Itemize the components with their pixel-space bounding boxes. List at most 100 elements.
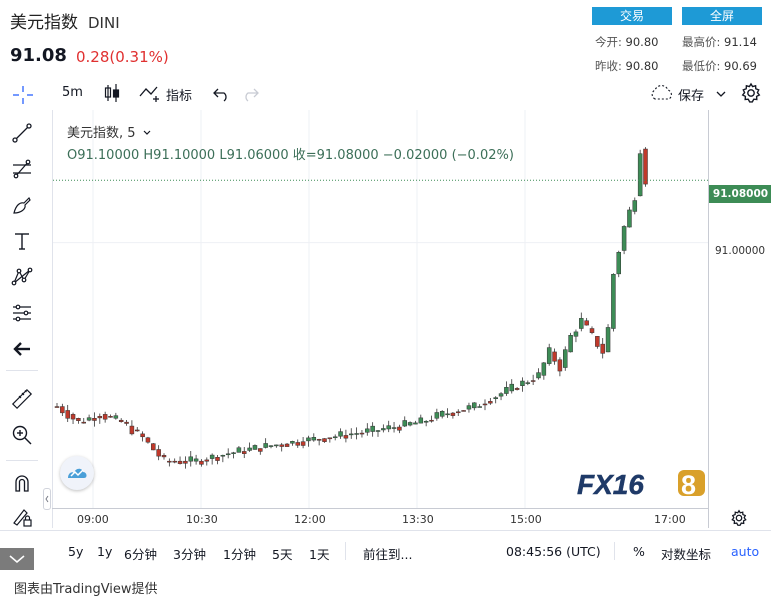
range-5y[interactable]: 5y [68,544,83,559]
arrow-left-icon[interactable] [6,334,38,364]
toolbar-collapse-handle[interactable] [43,488,51,510]
candle [65,410,70,419]
candle [595,336,600,347]
cloud-icon[interactable] [648,84,676,102]
candle [295,442,300,446]
candle [375,430,381,432]
auto-scale-toggle[interactable]: auto [731,544,759,559]
candle [322,438,327,442]
range-6min[interactable]: 6分钟 [124,544,157,563]
trade-button[interactable]: 交易 [592,7,672,25]
scroll-down-badge[interactable] [0,548,34,570]
candlestick-chart[interactable] [53,110,709,508]
candle [525,382,531,384]
save-button[interactable]: 保存 [678,85,704,104]
candle [488,401,493,404]
candle [129,425,135,435]
time-tick: 13:30 [402,513,434,526]
candle [252,445,258,450]
trend-line-icon[interactable] [6,118,38,148]
range-1d[interactable]: 1天 [309,544,329,563]
candle [284,443,290,447]
interval-selector[interactable]: 5m [62,85,83,100]
redo-icon[interactable] [240,84,260,102]
brush-icon[interactable] [6,190,38,220]
candle [97,416,103,419]
pattern-tool-icon[interactable] [6,262,38,292]
candle [290,441,295,444]
chevron-down-icon[interactable] [142,129,152,137]
candle [332,436,338,439]
indicators-button[interactable]: 指标 [166,85,192,104]
svg-text:FX16: FX16 [577,469,644,498]
candle [199,460,204,465]
candle [563,349,568,368]
price-change: 0.28(0.31%) [76,48,169,66]
log-scale-toggle[interactable]: 对数坐标 [661,544,711,563]
candle [54,406,60,408]
candle [108,416,113,418]
indicators-icon[interactable] [138,82,162,104]
candle [268,445,274,447]
candle [151,443,156,451]
candle [274,444,279,447]
candle [263,443,268,448]
candle [86,417,92,421]
candle [509,383,514,392]
candle [231,452,236,454]
candle [493,397,498,399]
candle [359,432,365,435]
utc-clock[interactable]: 08:45:56 (UTC) [506,544,601,559]
measure-projection-icon[interactable] [6,298,38,328]
bottom-divider [345,542,346,560]
candle [76,418,81,421]
candle [402,420,407,427]
candle [370,425,375,432]
range-1min[interactable]: 1分钟 [223,544,256,563]
candle [568,335,573,353]
tradingview-logo[interactable] [60,456,94,490]
ruler-icon[interactable] [6,384,38,414]
price-axis[interactable]: 91.08000 91.00000 [708,110,771,528]
footer: 图表由TradingView提供 [0,570,771,601]
candle [584,320,589,326]
last-price-label: 91.08000 [709,185,771,203]
candle [102,414,108,420]
text-tool-icon[interactable] [6,226,38,256]
magnet-icon[interactable] [6,468,38,498]
chevron-down-icon[interactable] [714,86,728,100]
candles-icon[interactable] [102,82,122,104]
chart-pane[interactable]: 美元指数, 5 O91.10000 H91.10000 L91.06000 收=… [52,110,709,528]
candle [188,456,193,462]
time-axis[interactable]: 09:00 10:30 12:00 13:30 15:00 17:00 [52,508,708,530]
symbol-title: 美元指数 DINI [10,8,120,33]
price-tick: 91.00000 [715,245,766,257]
candle [536,372,541,379]
fullscreen-button[interactable]: 全屏 [682,7,762,25]
percent-toggle[interactable]: % [633,544,645,559]
time-tick: 12:00 [294,513,326,526]
goto-date-button[interactable]: 前往到... [363,544,412,563]
range-3min[interactable]: 3分钟 [173,544,206,563]
fx168-watermark: FX16 8 [577,468,707,500]
candle [397,426,402,431]
candle [183,460,188,464]
symbol-name: 美元指数 [10,13,78,33]
range-5d[interactable]: 5天 [272,544,292,563]
candle [552,351,557,362]
settings-gear-icon[interactable] [740,82,762,104]
candle [135,429,140,432]
candle [621,226,627,251]
candle [413,422,418,425]
range-1y[interactable]: 1y [97,544,112,559]
fib-tool-icon[interactable] [6,154,38,184]
candle [557,359,563,372]
candle [472,402,477,409]
axis-settings-gear-icon[interactable] [729,508,751,530]
candle [338,431,343,437]
zoom-in-icon[interactable] [6,420,38,450]
legend-title[interactable]: 美元指数, 5 [67,122,152,141]
lock-draw-icon[interactable] [6,502,38,532]
candle [349,433,354,436]
undo-icon[interactable] [212,84,232,102]
